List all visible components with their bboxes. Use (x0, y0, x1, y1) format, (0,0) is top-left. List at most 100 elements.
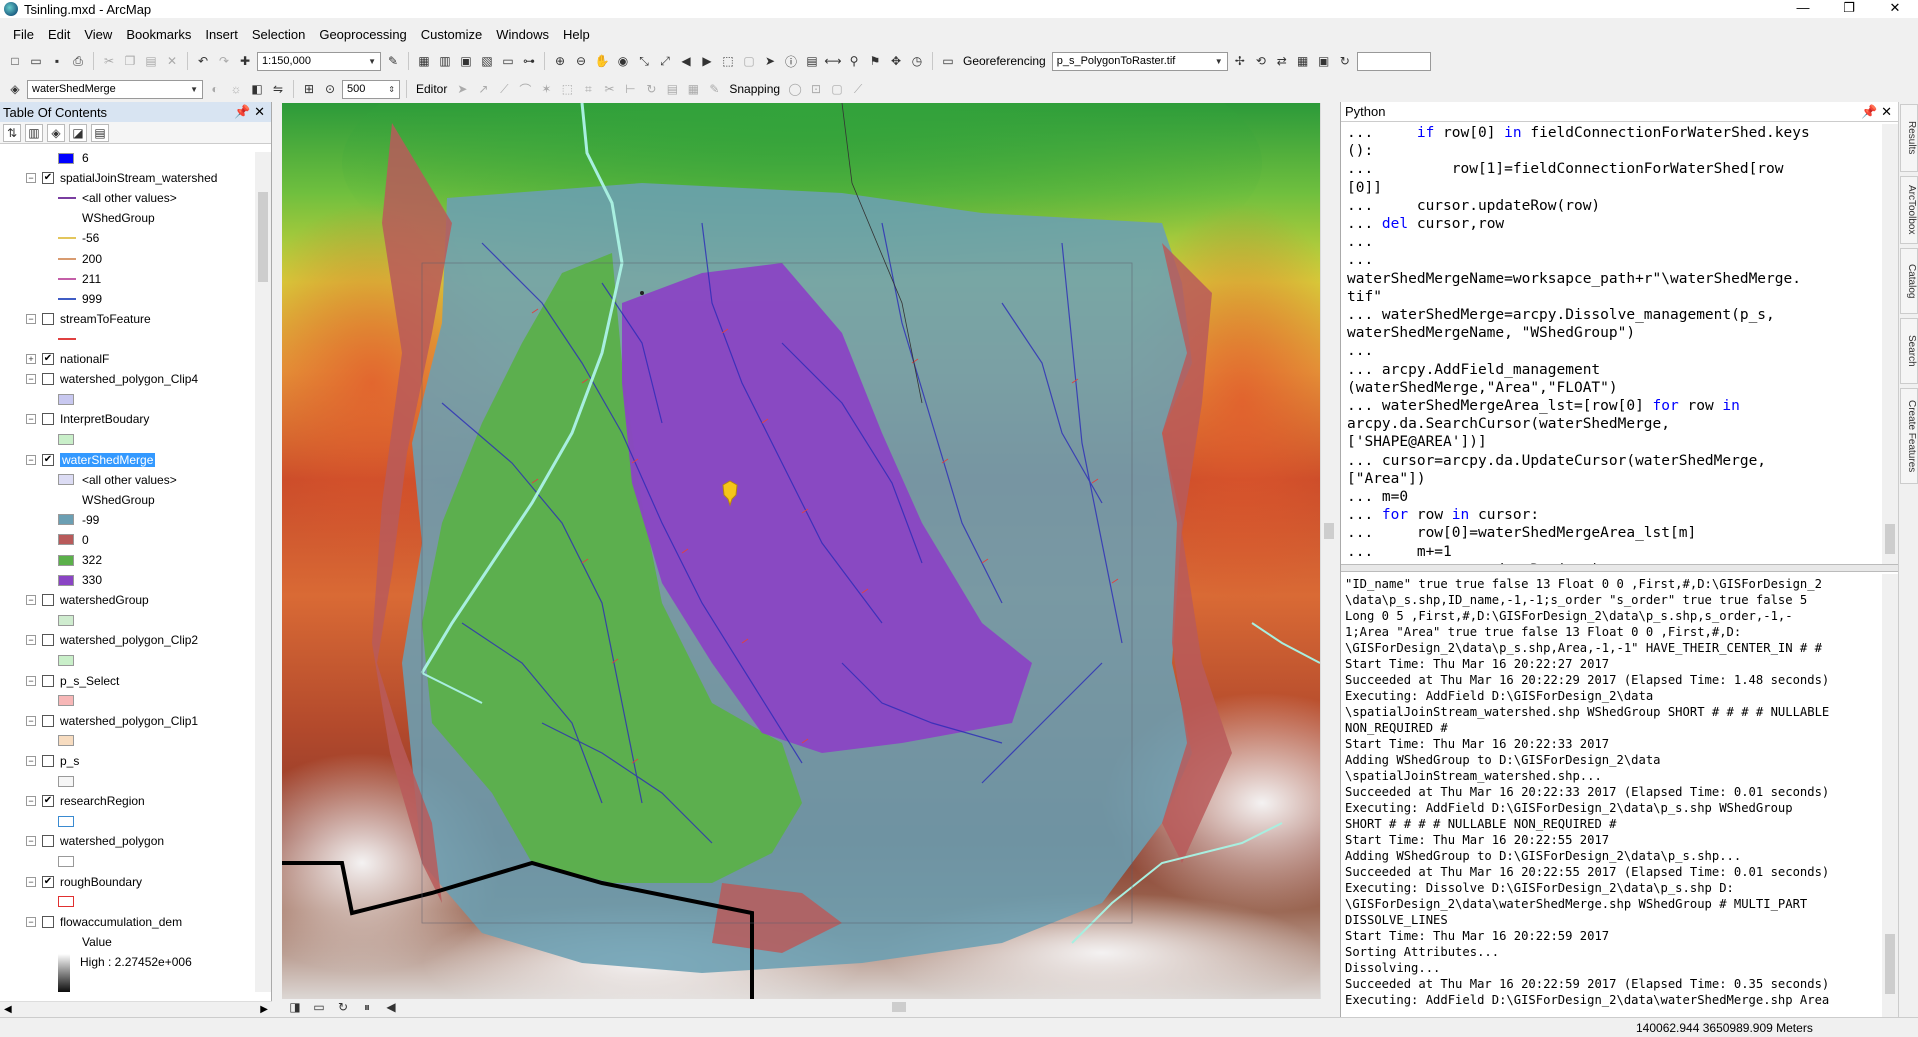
menu-selection[interactable]: Selection (245, 27, 312, 42)
endpoint-arc-icon[interactable]: ⌒ (516, 80, 534, 98)
layer-name[interactable]: flowaccumulation_dem (60, 915, 182, 929)
list-by-selection-icon[interactable]: ◪ (69, 123, 87, 142)
transparency-icon[interactable]: ◧ (248, 80, 266, 98)
layer-visibility-checkbox[interactable] (42, 915, 54, 928)
menu-edit[interactable]: Edit (41, 27, 77, 42)
refresh-view-icon[interactable]: ↻ (334, 998, 352, 1016)
pause-drawing-icon[interactable]: ⏸ (358, 998, 376, 1016)
sketch-properties-icon[interactable]: ▦ (684, 80, 702, 98)
layer-name[interactable]: streamToFeature (60, 312, 151, 326)
point-snapping-icon[interactable]: ◯ (786, 80, 804, 98)
search-window-icon[interactable]: ▣ (457, 52, 475, 70)
python-split-divider[interactable] (1341, 564, 1899, 572)
layer-name[interactable]: watershedGroup (60, 593, 149, 607)
collapse-icon[interactable]: − (26, 715, 36, 726)
python-code-input[interactable]: ... if row[0] in fieldConnectionForWater… (1341, 124, 1881, 564)
find-binoculars-icon[interactable]: ⚲ (845, 52, 863, 70)
pan-hand-icon[interactable]: ✋ (593, 52, 611, 70)
contrast-icon[interactable]: ◐ (206, 80, 224, 98)
select-features-icon[interactable]: ⬚ (719, 52, 737, 70)
dock-tab[interactable]: Results (1900, 104, 1918, 172)
forward-extent-icon[interactable]: ▶ (698, 52, 716, 70)
swipe-icon[interactable]: ⇋ (269, 80, 287, 98)
snapping-menu[interactable]: Snapping (726, 82, 783, 96)
vertex-snapping-icon[interactable]: ▢ (828, 80, 846, 98)
menu-help[interactable]: Help (556, 27, 597, 42)
layer-name[interactable]: waterShedMerge (60, 452, 156, 467)
attributes-icon[interactable]: ▤ (663, 80, 681, 98)
collapse-icon[interactable]: − (26, 374, 36, 385)
python-window-icon[interactable]: ▭ (499, 52, 517, 70)
layer-visibility-checkbox[interactable]: ✔ (42, 795, 54, 808)
back-extent-icon[interactable]: ◀ (677, 52, 695, 70)
list-by-drawing-order-icon[interactable]: ⇅ (3, 123, 21, 142)
collapse-icon[interactable]: − (26, 836, 36, 847)
add-control-points-icon[interactable]: ✢ (1231, 52, 1249, 70)
layer-name[interactable]: researchRegion (60, 794, 145, 808)
toc-layer-row[interactable]: + ✔ nationalF (26, 351, 109, 367)
cut-icon[interactable]: ✂ (100, 52, 118, 70)
catalog-window-icon[interactable]: ▥ (436, 52, 454, 70)
add-data-icon[interactable]: ✚ (236, 52, 254, 70)
collapse-icon[interactable]: − (26, 756, 36, 766)
editor-toolbar-icon[interactable]: ✎ (384, 52, 402, 70)
collapse-icon[interactable]: − (26, 313, 36, 324)
delete-icon[interactable]: ✕ (163, 52, 181, 70)
straight-segment-icon[interactable]: ⟋ (495, 80, 513, 98)
toc-layer-row[interactable]: − watershed_polygon_Clip4 (26, 371, 198, 387)
layer-visibility-checkbox[interactable] (42, 835, 54, 848)
dock-tab[interactable]: ArcToolbox (1900, 176, 1918, 244)
toc-layer-row[interactable]: − streamToFeature (26, 311, 151, 327)
layer-visibility-checkbox[interactable]: ✔ (42, 875, 54, 888)
model-builder-icon[interactable]: ⊶ (520, 52, 538, 70)
create-features-icon[interactable]: ✎ (705, 80, 723, 98)
scroll-thumb[interactable] (1885, 524, 1895, 554)
layout-view-icon[interactable]: ▭ (310, 998, 328, 1016)
toc-layer-row[interactable]: − watershed_polygon_Clip1 (26, 713, 198, 729)
time-slider-icon[interactable]: ◷ (908, 52, 926, 70)
find-route-icon[interactable]: ⚑ (866, 52, 884, 70)
layer-visibility-checkbox[interactable] (42, 413, 54, 426)
toc-horizontal-scrollbar[interactable]: ◀ ▶ (0, 1001, 272, 1017)
map-vertical-scrollbar[interactable] (1320, 103, 1336, 999)
scroll-right-icon[interactable]: ▶ (260, 1004, 268, 1015)
scroll-left-icon[interactable]: ◀ (4, 1004, 12, 1015)
paste-icon[interactable]: ▤ (142, 52, 160, 70)
toc-layer-row[interactable]: − InterpretBoudary (26, 411, 149, 427)
toc-layer-row[interactable]: − watershed_polygon (26, 833, 164, 849)
refresh-icon[interactable]: ↻ (1336, 52, 1354, 70)
layer-visibility-checkbox[interactable]: ✔ (42, 453, 54, 466)
maximize-button[interactable]: ❐ (1826, 0, 1872, 18)
expand-icon[interactable]: + (26, 354, 36, 364)
layer-visibility-checkbox[interactable]: ✔ (42, 353, 54, 365)
layer-visibility-checkbox[interactable] (42, 312, 54, 325)
collapse-icon[interactable]: − (26, 796, 36, 807)
map-canvas[interactable] (282, 103, 1320, 999)
fixed-zoom-in-icon[interactable]: ⤡ (635, 52, 653, 70)
toc-options-icon[interactable]: ▤ (91, 123, 109, 142)
collapse-icon[interactable]: − (26, 595, 36, 606)
collapse-icon[interactable]: − (26, 876, 36, 887)
menu-geoprocessing[interactable]: Geoprocessing (312, 27, 413, 42)
open-folder-icon[interactable]: ▭ (27, 52, 45, 70)
undo-icon[interactable]: ↶ (194, 52, 212, 70)
toc-layer-row[interactable]: − ✔ waterShedMerge (26, 452, 156, 468)
scroll-thumb[interactable] (1885, 934, 1895, 994)
layer-name[interactable]: spatialJoinStream_watershed (60, 171, 217, 185)
scroll-left-icon[interactable]: ◀ (382, 998, 400, 1016)
layer-name[interactable]: watershed_polygon (60, 834, 164, 848)
measure-icon[interactable]: ⟷ (824, 52, 842, 70)
rotate-feature-icon[interactable]: ↻ (642, 80, 660, 98)
list-by-visibility-icon[interactable]: ◈ (47, 123, 65, 142)
layer-visibility-checkbox[interactable] (42, 755, 54, 767)
editor-menu[interactable]: Editor (413, 82, 450, 96)
map-display[interactable] (282, 103, 1320, 999)
print-icon[interactable]: ⎙ (69, 52, 87, 70)
menu-file[interactable]: File (6, 27, 41, 42)
collapse-icon[interactable]: − (26, 454, 36, 465)
split-icon[interactable]: ⊢ (621, 80, 639, 98)
dock-tab[interactable]: Catalog (1900, 248, 1918, 314)
layer-visibility-checkbox[interactable] (42, 373, 54, 386)
toc-layer-row[interactable]: − p_s (26, 753, 79, 769)
collapse-icon[interactable]: − (26, 635, 36, 646)
